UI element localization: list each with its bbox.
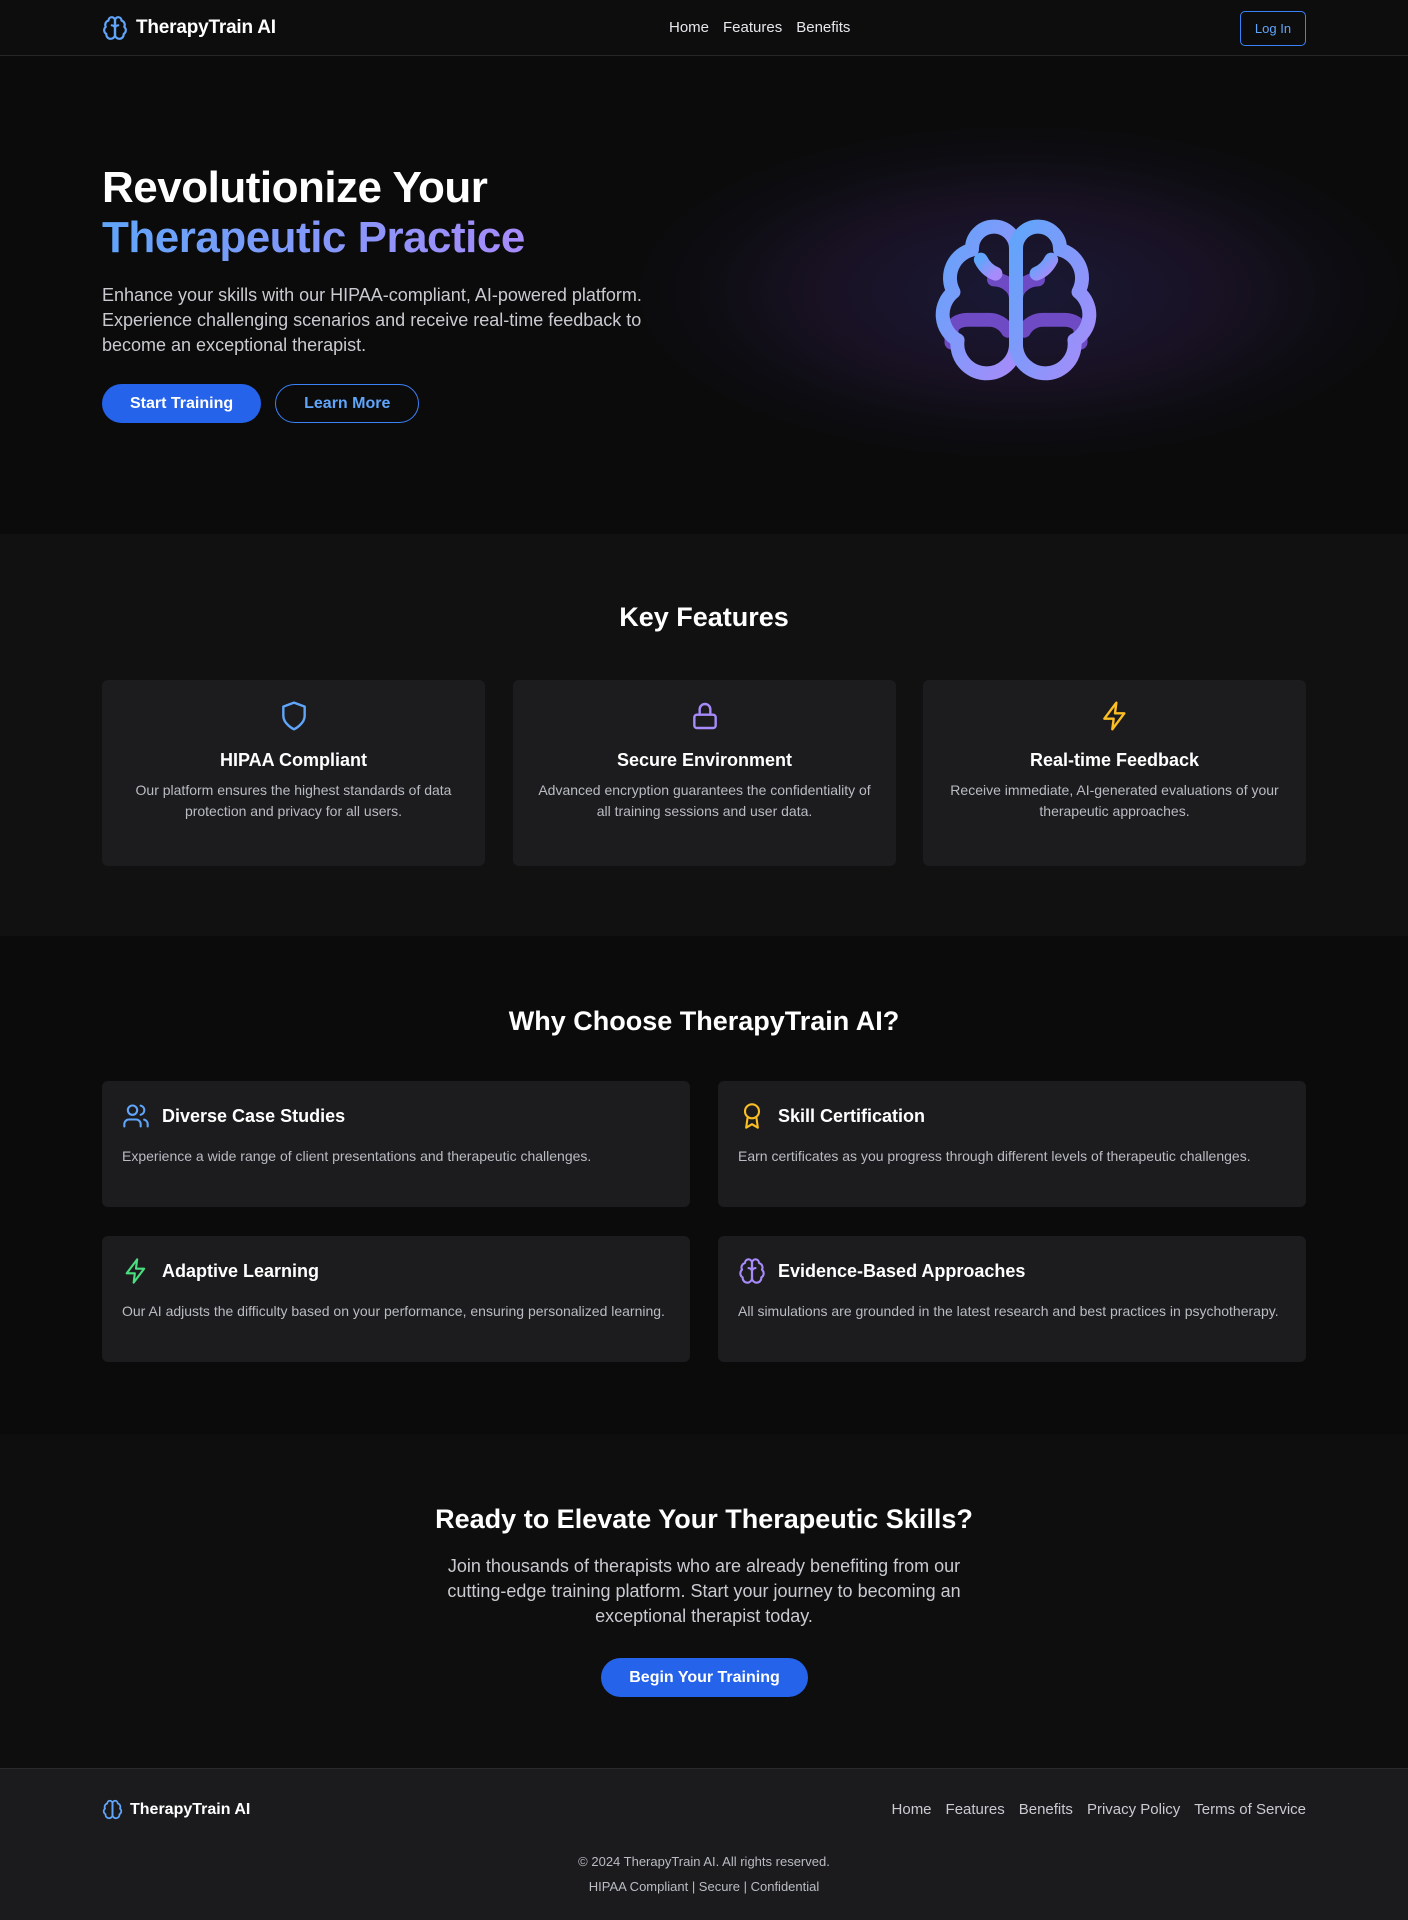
shield-icon (278, 700, 310, 732)
feature-title: Real-time Feedback (1029, 750, 1200, 770)
brand-logo[interactable]: TherapyTrain AI (102, 15, 276, 41)
benefit-card: Diverse Case Studies Experience a wide r… (102, 1081, 690, 1207)
brain-icon (102, 15, 128, 41)
brain-icon (928, 212, 1104, 388)
begin-training-button[interactable]: Begin Your Training (601, 1658, 808, 1697)
footer-terms-link[interactable]: Terms of Service (1194, 1801, 1306, 1818)
brand-name: TherapyTrain AI (136, 17, 276, 38)
footer-benefits-link[interactable]: Benefits (1019, 1801, 1073, 1818)
features-section: Key Features HIPAA Compliant Our platfor… (0, 534, 1408, 936)
login-button[interactable]: Log In (1240, 11, 1306, 46)
hero-title-line1: Revolutionize Your (102, 163, 488, 212)
benefit-description: Our AI adjusts the difficulty based on y… (122, 1303, 665, 1319)
feature-title: HIPAA Compliant (220, 750, 367, 770)
benefits-section: Why Choose TherapyTrain AI? Diverse Case… (0, 936, 1408, 1434)
features-title: Key Features (619, 602, 789, 632)
hero-description: Enhance your skills with our HIPAA-compl… (102, 285, 642, 355)
benefit-card: Evidence-Based Approaches All simulation… (718, 1236, 1306, 1362)
brain-icon (738, 1257, 766, 1285)
compliance-tags: HIPAA Compliant | Secure | Confidential (588, 1879, 820, 1894)
lightning-icon (122, 1257, 150, 1285)
benefit-title: Evidence-Based Approaches (778, 1261, 1026, 1281)
hero-actions: Start Training Learn More (102, 384, 420, 423)
footer-privacy-link[interactable]: Privacy Policy (1087, 1801, 1180, 1818)
nav-features-link[interactable]: Features (723, 19, 782, 36)
feature-card: Real-time Feedback Receive immediate, AI… (923, 680, 1306, 866)
nav-benefits-link[interactable]: Benefits (796, 19, 850, 36)
brain-icon (102, 1799, 123, 1820)
hero-section: Revolutionize Your Therapeutic Practice … (0, 57, 1408, 534)
benefit-card: Adaptive Learning Our AI adjusts the dif… (102, 1236, 690, 1362)
site-footer: TherapyTrain AI Home Features Benefits P… (0, 1768, 1408, 1920)
copyright-text: © 2024 TherapyTrain AI. All rights reser… (578, 1854, 830, 1869)
cta-title: Ready to Elevate Your Therapeutic Skills… (435, 1504, 973, 1534)
users-icon (122, 1102, 150, 1130)
feature-description: Our platform ensures the highest standar… (135, 782, 452, 819)
benefits-title: Why Choose TherapyTrain AI? (508, 1006, 900, 1036)
feature-description: Advanced encryption guarantees the confi… (538, 782, 871, 819)
learn-more-button[interactable]: Learn More (275, 384, 420, 423)
feature-title: Secure Environment (616, 750, 793, 770)
footer-brand-name: TherapyTrain AI (130, 1800, 251, 1818)
benefit-description: Experience a wide range of client presen… (122, 1148, 592, 1164)
benefit-description: Earn certificates as you progress throug… (738, 1148, 1251, 1164)
footer-nav: Home Features Benefits Privacy Policy Te… (892, 1801, 1306, 1818)
main-nav: Home Features Benefits (669, 19, 850, 36)
benefit-card: Skill Certification Earn certificates as… (718, 1081, 1306, 1207)
footer-home-link[interactable]: Home (892, 1801, 932, 1818)
site-header: TherapyTrain AI Home Features Benefits L… (0, 0, 1408, 56)
cta-description: Join thousands of therapists who are alr… (447, 1556, 961, 1626)
hero-title: Revolutionize Your Therapeutic Practice (102, 163, 525, 263)
lightning-icon (1099, 700, 1131, 732)
footer-brand[interactable]: TherapyTrain AI (102, 1799, 250, 1820)
cta-section: Ready to Elevate Your Therapeutic Skills… (0, 1434, 1408, 1768)
lock-icon (689, 700, 721, 732)
footer-features-link[interactable]: Features (946, 1801, 1005, 1818)
start-training-button[interactable]: Start Training (102, 384, 262, 423)
benefit-description: All simulations are grounded in the late… (738, 1303, 1279, 1319)
feature-card: HIPAA Compliant Our platform ensures the… (102, 680, 485, 866)
benefit-title: Adaptive Learning (162, 1261, 320, 1281)
award-icon (738, 1102, 766, 1130)
feature-card: Secure Environment Advanced encryption g… (513, 680, 896, 866)
hero-title-line2: Therapeutic Practice (102, 213, 525, 262)
benefit-title: Skill Certification (778, 1106, 926, 1126)
feature-description: Receive immediate, AI-generated evaluati… (950, 782, 1279, 819)
nav-home-link[interactable]: Home (669, 19, 709, 36)
benefit-title: Diverse Case Studies (162, 1106, 346, 1126)
